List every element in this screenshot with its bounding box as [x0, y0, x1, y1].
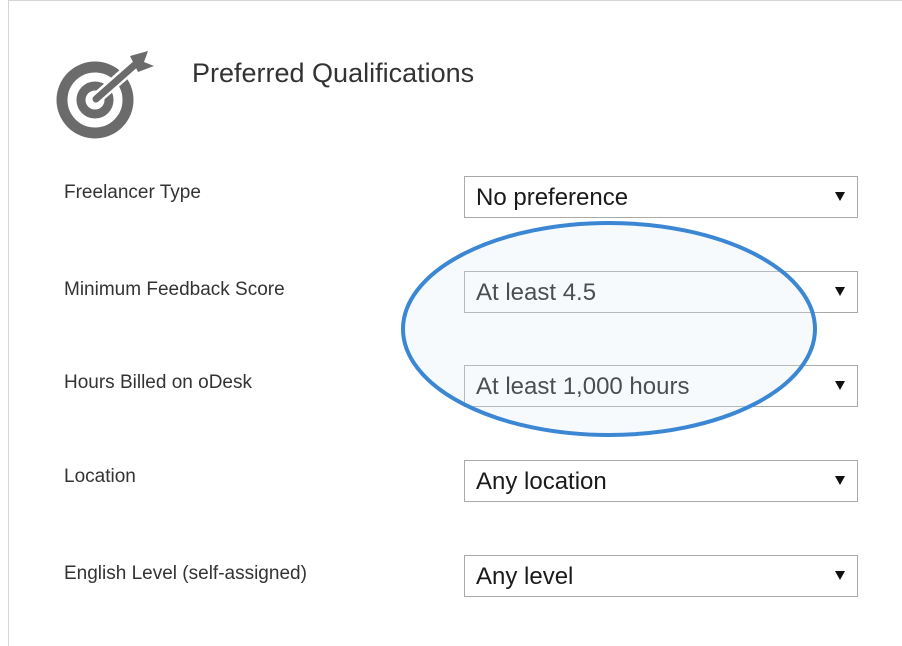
freelancer-type-value: No preference: [476, 184, 629, 211]
dropdown-arrow-icon: [835, 192, 845, 201]
location-value: Any location: [476, 468, 607, 495]
hours-billed-label: Hours Billed on oDesk: [64, 372, 252, 393]
location-label: Location: [64, 466, 136, 487]
hours-billed-value: At least 1,000 hours: [476, 373, 690, 400]
location-select[interactable]: Any location: [464, 460, 858, 502]
section-title: Preferred Qualifications: [192, 58, 475, 88]
dropdown-arrow-icon: [835, 571, 845, 580]
dropdown-arrow-icon: [835, 381, 845, 390]
dropdown-arrow-icon: [835, 476, 845, 485]
minimum-feedback-score-value: At least 4.5: [476, 279, 597, 306]
freelancer-type-label: Freelancer Type: [64, 182, 201, 203]
freelancer-type-select[interactable]: No preference: [464, 176, 858, 218]
dropdown-arrow-icon: [835, 287, 845, 296]
english-level-select[interactable]: Any level: [464, 555, 858, 597]
minimum-feedback-score-select[interactable]: At least 4.5: [464, 271, 858, 313]
english-level-value: Any level: [476, 563, 574, 590]
hours-billed-select[interactable]: At least 1,000 hours: [464, 365, 858, 407]
english-level-label: English Level (self-assigned): [64, 563, 307, 584]
target-arrow-icon: [56, 51, 154, 139]
minimum-feedback-score-label: Minimum Feedback Score: [64, 279, 285, 300]
